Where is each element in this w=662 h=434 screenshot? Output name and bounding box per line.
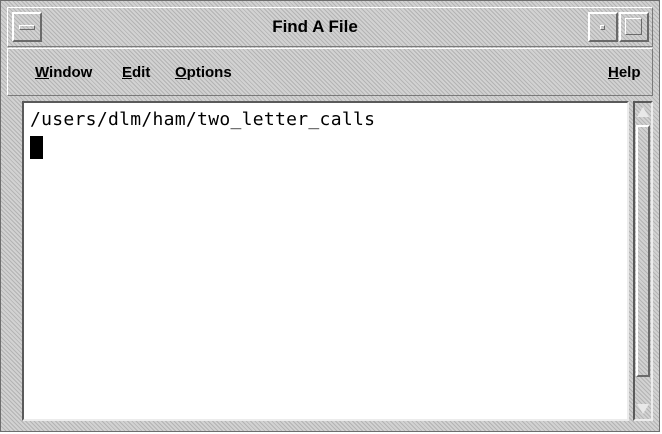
menu-help-mnemonic: H [608, 64, 619, 81]
app-window: Find A File Window Edit Options Help /us… [0, 0, 660, 432]
menu-options-mnemonic: O [175, 64, 187, 81]
scroll-down-button[interactable] [636, 400, 650, 418]
menu-bar: Window Edit Options Help [7, 48, 653, 96]
maximize-button[interactable] [619, 12, 649, 42]
window-menu-button[interactable] [12, 12, 42, 42]
maximize-icon [625, 18, 642, 35]
text-area[interactable]: /users/dlm/ham/two_letter_calls [22, 101, 629, 421]
window-title: Find A File [272, 17, 358, 36]
vertical-scrollbar[interactable] [633, 101, 653, 421]
arrow-up-icon [637, 107, 649, 117]
menu-edit-label: dit [132, 64, 151, 81]
menu-edit[interactable]: Edit [122, 64, 150, 81]
menu-window-label: indow [49, 64, 93, 81]
minimize-button[interactable] [588, 12, 618, 42]
scroll-thumb[interactable] [636, 125, 650, 377]
menu-options-label: ptions [186, 64, 232, 81]
menu-help[interactable]: Help [608, 64, 641, 81]
title-bar[interactable]: Find A File [7, 7, 653, 47]
menu-options[interactable]: Options [175, 64, 232, 81]
menu-window-mnemonic: W [35, 64, 50, 81]
menu-window[interactable]: Window [35, 64, 92, 81]
scroll-up-button[interactable] [636, 104, 650, 122]
menu-help-label: elp [618, 64, 641, 81]
window-menu-icon [19, 25, 35, 30]
text-cursor [30, 136, 43, 159]
minimize-icon [600, 25, 605, 30]
menu-edit-mnemonic: E [122, 64, 133, 81]
arrow-down-icon [637, 404, 649, 414]
text-content[interactable]: /users/dlm/ham/two_letter_calls [30, 109, 375, 130]
